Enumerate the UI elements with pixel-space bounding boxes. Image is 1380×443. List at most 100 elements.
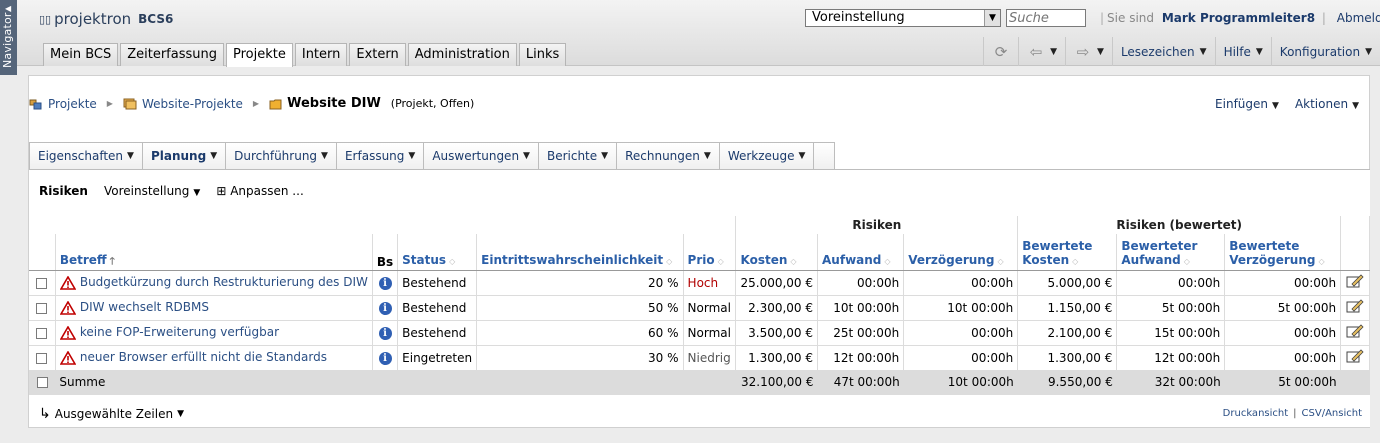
insert-menu[interactable]: Einfügen ▼ [1215,97,1279,111]
subnav-rechnungen[interactable]: Rechnungen ▼ [617,143,720,169]
brand-name: projektron [54,10,132,28]
back-button[interactable]: ⇦ ▼ [1018,37,1065,66]
breadcrumb: Projekte ▶ Website-Projekte ▶ Website DI… [29,96,474,111]
preset-menu[interactable]: Voreinstellung ▼ [104,184,200,198]
info-icon[interactable]: i [378,327,392,340]
col-probability[interactable]: Eintrittswahrscheinlichkeit ◇ [476,234,684,271]
select-all-checkbox[interactable] [36,377,48,388]
subnav-werkzeuge[interactable]: Werkzeuge ▼ [720,143,815,169]
sum-delay: 10t 00:00h [903,370,1018,395]
row-checkbox[interactable] [36,327,48,339]
sum-effort: 47t 00:00h [817,370,904,395]
risk-probability: 60 % [476,320,684,346]
col-cost[interactable]: Kosten ◇ [735,234,819,271]
chevron-down-icon[interactable]: ▼ [1050,47,1057,57]
edit-icon[interactable] [1346,274,1364,288]
table-row[interactable]: neuer Browser erfüllt nicht die Standard… [29,345,1370,371]
subnav-eigenschaften[interactable]: Eigenschaften ▼ [30,143,143,169]
navigator-toggle[interactable]: ◀ Navigator [0,0,17,75]
col-bs[interactable]: Bs [372,234,399,271]
risk-cost: 25.000,00 € [735,270,819,296]
arrow-right-icon: ⇨ [1076,42,1090,61]
brand-logo: ▯▯ projektron BCS6 [39,10,173,28]
config-menu[interactable]: Konfiguration ▼ [1270,37,1380,66]
help-menu[interactable]: Hilfe ▼ [1214,37,1271,66]
table-row[interactable]: Budgetkürzung durch Restrukturierung des… [29,270,1370,296]
risk-cost: 3.500,00 € [735,320,819,346]
risk-subject-link[interactable]: DIW wechselt RDBMS [80,300,209,314]
sort-icon: ◇ [449,256,456,266]
refresh-button[interactable]: ⟳ [983,37,1018,66]
edit-icon[interactable] [1346,324,1364,338]
tab-mein-bcs[interactable]: Mein BCS [43,43,119,66]
edit-icon[interactable] [1346,299,1364,313]
col-prio[interactable]: Prio ◇ [683,234,737,271]
tab-projekte[interactable]: Projekte [226,43,293,67]
preset-select[interactable]: Voreinstellung ▼ [805,9,1001,27]
csv-view-link[interactable]: CSV/Ansicht [1302,408,1362,419]
info-icon[interactable]: i [378,277,392,290]
customize-button[interactable]: ⊞ Anpassen ... [216,184,303,198]
info-icon[interactable]: i [378,302,392,315]
forward-button[interactable]: ⇨ ▼ [1065,37,1112,66]
user-name[interactable]: Mark Programmleiter8 [1162,11,1315,25]
breadcrumb-item-projekte[interactable]: Projekte [29,97,97,111]
breadcrumb-arrow-icon: ▶ [252,99,260,108]
risk-subject-link[interactable]: keine FOP-Erweiterung verfügbar [80,325,279,339]
subnav-erfassung[interactable]: Erfassung ▼ [337,143,425,169]
risks-table: Risiken Risiken (bewertet) Betreff 🡑 Bs S… [29,216,1370,395]
risk-subject-link[interactable]: Budgetkürzung durch Restrukturierung des… [80,275,368,289]
subnav-auswertungen[interactable]: Auswertungen ▼ [424,143,539,169]
table-row[interactable]: DIW wechselt RDBMS i Bestehend 50 % Norm… [29,295,1370,321]
user-bar: |Sie sind Mark Programmleiter8 | Abmelde… [1097,11,1380,25]
selected-rows-menu[interactable]: ↳ Ausgewählte Zeilen ▼ [39,406,184,422]
edit-icon[interactable] [1346,349,1364,363]
risk-rated-effort: 00:00h [1116,270,1226,296]
print-view-link[interactable]: Druckansicht [1223,408,1288,419]
tab-zeiterfassung[interactable]: Zeiterfassung [120,43,224,66]
risk-rated-cost: 1.150,00 € [1017,295,1118,321]
row-checkbox[interactable] [36,352,48,364]
search-input[interactable] [1006,9,1086,27]
subnav-planung[interactable]: Planung ▼ [143,143,227,169]
chevron-down-icon: ▼ [523,151,530,161]
chevron-down-icon[interactable]: ▼ [984,10,1000,26]
logout-link[interactable]: Abmelden [1337,11,1380,25]
actions-menu[interactable]: Aktionen ▼ [1295,97,1359,111]
tab-links[interactable]: Links [518,43,567,66]
row-checkbox[interactable] [36,302,48,314]
breadcrumb-item-website-projekte[interactable]: Website-Projekte [123,97,243,111]
risk-prio: Normal [683,320,737,346]
info-icon[interactable]: i [378,352,392,365]
table-row[interactable]: keine FOP-Erweiterung verfügbar i Besteh… [29,320,1370,346]
chevron-down-icon: ▼ [1199,46,1207,57]
subnav-berichte[interactable]: Berichte ▼ [539,143,618,169]
risk-effort: 10t 00:00h [817,295,905,321]
subnav-durchfuehrung[interactable]: Durchführung ▼ [226,143,337,169]
bookmarks-menu[interactable]: Lesezeichen ▼ [1111,37,1215,66]
warning-icon [59,300,76,315]
risk-subject-link[interactable]: neuer Browser erfüllt nicht die Standard… [80,350,327,364]
risk-rated-effort: 15t 00:00h [1116,320,1226,346]
chevron-down-icon: ▼ [1272,101,1279,111]
col-subject[interactable]: Betreff 🡑 [55,234,373,271]
tab-intern[interactable]: Intern [294,43,348,66]
col-rated-delay[interactable]: Bewertete Verzögerung ◇ [1224,234,1342,271]
toolbar: ⟳ ⇦ ▼ ⇨ ▼ Lesezeichen ▼ Hilfe ▼ Konfiguratio… [983,37,1380,66]
chevron-down-icon: ▼ [210,151,218,161]
risk-effort: 00:00h [817,270,905,296]
col-status[interactable]: Status ◇ [397,234,478,271]
tab-administration[interactable]: Administration [407,43,517,66]
folder-stack-icon [123,98,137,109]
risk-delay: 00:00h [903,320,1019,346]
row-checkbox[interactable] [36,277,48,289]
col-rated-effort[interactable]: Bewerteter Aufwand ◇ [1116,234,1226,271]
col-rated-cost[interactable]: Bewertete Kosten ◇ [1017,234,1118,271]
col-effort[interactable]: Aufwand ◇ [817,234,905,271]
chevron-down-icon[interactable]: ▼ [1097,47,1104,57]
tab-extern[interactable]: Extern [349,43,406,66]
breadcrumb-current: Website DIW [287,96,381,111]
risk-delay: 10t 00:00h [903,295,1019,321]
col-delay[interactable]: Verzögerung ◇ [903,234,1019,271]
sub-navigation: Eigenschaften ▼ Planung ▼ Durchführung ▼ Er… [29,142,835,169]
